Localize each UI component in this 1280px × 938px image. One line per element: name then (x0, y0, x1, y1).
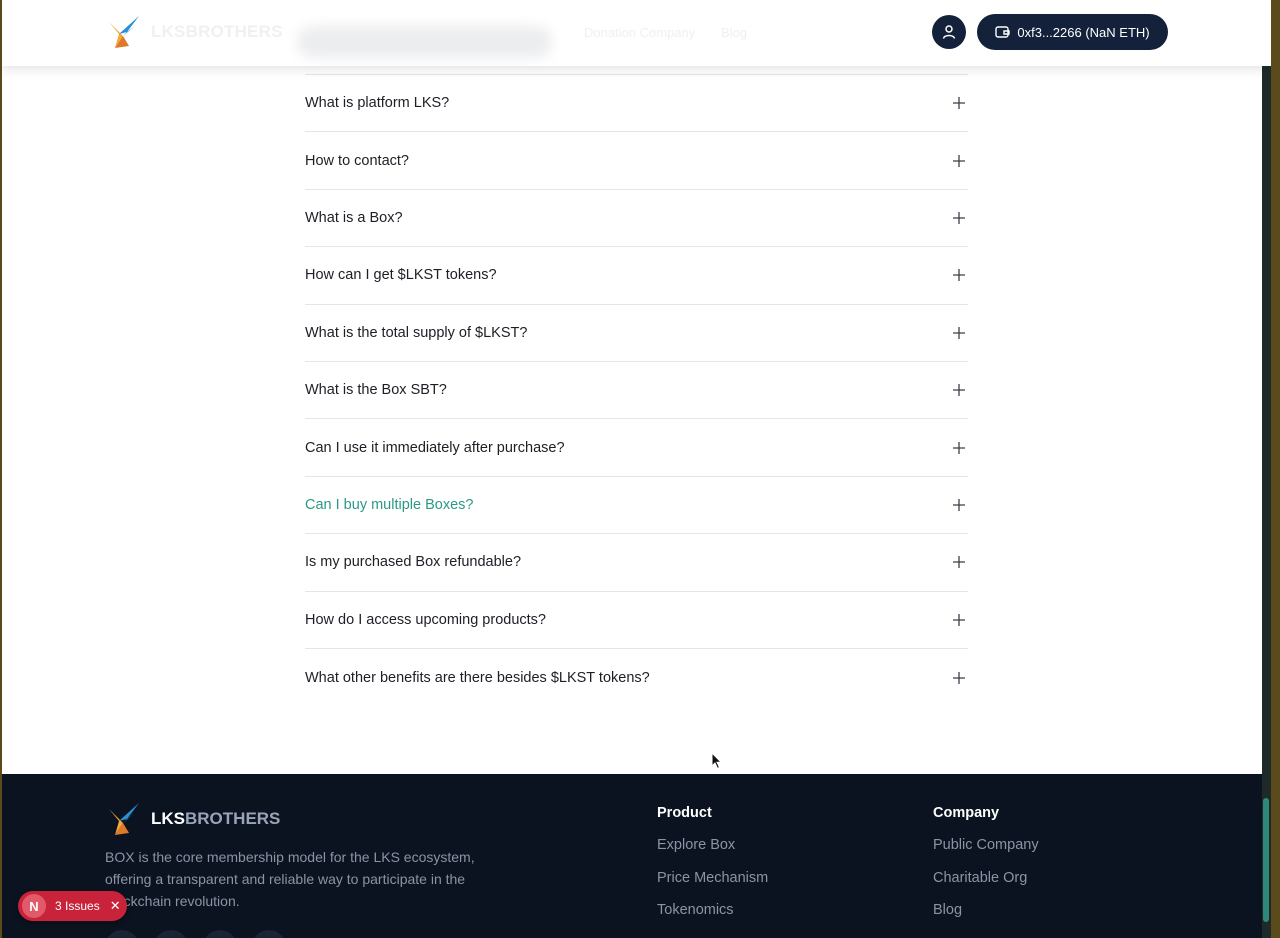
faq-question: What is the total supply of $LKST? (305, 324, 528, 341)
plus-icon[interactable] (952, 154, 966, 168)
nav-link-blog[interactable]: Blog (721, 25, 747, 40)
social-link[interactable] (252, 930, 286, 938)
social-link[interactable] (203, 930, 237, 938)
scrollbar-thumb[interactable] (1263, 798, 1269, 922)
footer-link-blog[interactable]: Blog (933, 900, 1039, 933)
footer-logo-brothers: BROTHERS (185, 809, 281, 828)
nextjs-logo-icon: N (22, 894, 46, 918)
plus-icon[interactable] (952, 96, 966, 110)
plus-icon[interactable] (952, 613, 966, 627)
faq-item[interactable]: What is the total supply of $LKST? (305, 305, 968, 362)
plus-icon[interactable] (952, 268, 966, 282)
footer-company-heading: Company (933, 805, 1000, 821)
faq-question: How do I access upcoming products? (305, 611, 546, 628)
footer-description: BOX is the core membership model for the… (105, 849, 475, 909)
faq-item[interactable]: What other benefits are there besides $L… (305, 649, 968, 706)
wallet-label: 0xf3...2266 (NaN ETH) (1017, 24, 1150, 40)
faq-list: What is platform LKS? How to contact? What… (305, 75, 968, 706)
site-footer: LKSBROTHERS BOX is the core membership m… (2, 774, 1271, 938)
footer-link-tokenomics[interactable]: Tokenomics (657, 900, 768, 933)
footer-logo-lks: LKS (151, 809, 185, 828)
mouse-cursor-icon (711, 752, 723, 770)
close-icon[interactable]: ✕ (110, 898, 121, 914)
footer-link-explore-box[interactable]: Explore Box (657, 835, 768, 868)
footer-logo[interactable]: LKSBROTHERS (105, 801, 280, 837)
footer-product-heading: Product (657, 805, 712, 821)
faq-item[interactable]: What is platform LKS? (305, 75, 968, 133)
plus-icon[interactable] (952, 383, 966, 397)
wallet-icon (995, 26, 1011, 38)
issues-count-label: 3 Issues (55, 899, 100, 913)
faq-question: What is platform LKS? (305, 95, 450, 112)
plus-icon[interactable] (952, 671, 966, 685)
faq-question: Can I buy multiple Boxes? (305, 496, 474, 513)
faq-item[interactable]: Can I buy multiple Boxes? (305, 477, 968, 535)
faq-item[interactable]: How to contact? (305, 132, 968, 190)
faq-item[interactable]: What is the Box SBT? (305, 362, 968, 420)
plus-icon[interactable] (952, 498, 966, 512)
social-link[interactable] (105, 930, 139, 938)
plus-icon[interactable] (952, 555, 966, 569)
faq-item[interactable]: What is a Box? (305, 190, 968, 248)
plus-icon[interactable] (952, 326, 966, 340)
user-icon (942, 25, 956, 39)
wallet-button[interactable]: 0xf3...2266 (NaN ETH) (977, 14, 1168, 50)
footer-company-column: Company Public Company Charitable Org Bl… (933, 805, 1039, 933)
browser-viewport: LKSBROTHERS Donation Company Blog 0xf3..… (2, 0, 1271, 938)
profile-button[interactable] (932, 15, 966, 49)
footer-link-charitable-org[interactable]: Charitable Org (933, 868, 1039, 901)
faq-question: Can I use it immediately after purchase? (305, 439, 565, 456)
plus-icon[interactable] (952, 211, 966, 225)
faq-question: What is the Box SBT? (305, 382, 447, 399)
faq-question: How to contact? (305, 152, 409, 169)
site-header: LKSBROTHERS Donation Company Blog 0xf3..… (2, 0, 1271, 66)
nav-blur-overlay (297, 26, 552, 58)
faq-question: What is a Box? (305, 209, 403, 226)
bird-logo-icon (109, 16, 139, 48)
faq-item[interactable]: How do I access upcoming products? (305, 592, 968, 649)
social-link[interactable] (154, 930, 188, 938)
faq-item[interactable]: Can I use it immediately after purchase? (305, 419, 968, 477)
footer-product-column: Product Explore Box Price Mechanism Toke… (657, 805, 768, 933)
faq-question: How can I get $LKST tokens? (305, 267, 497, 284)
footer-link-price-mechanism[interactable]: Price Mechanism (657, 868, 768, 901)
bird-logo-icon (109, 803, 139, 835)
plus-icon[interactable] (952, 441, 966, 455)
dev-issues-badge[interactable]: N 3 Issues ✕ (18, 891, 127, 921)
faq-item[interactable]: Is my purchased Box refundable? (305, 534, 968, 592)
page-scrollbar[interactable] (1262, 0, 1271, 938)
logo-text-brothers: BROTHERS (185, 22, 283, 41)
logo-text-lks: LKS (151, 22, 186, 41)
footer-link-public-company[interactable]: Public Company (933, 835, 1039, 868)
header-logo[interactable]: LKSBROTHERS (105, 14, 283, 50)
faq-question: Is my purchased Box refundable? (305, 554, 522, 571)
faq-question: What other benefits are there besides $L… (305, 669, 650, 686)
nav-link-donation-company[interactable]: Donation Company (584, 25, 695, 40)
faq-item[interactable]: How can I get $LKST tokens? (305, 247, 968, 305)
